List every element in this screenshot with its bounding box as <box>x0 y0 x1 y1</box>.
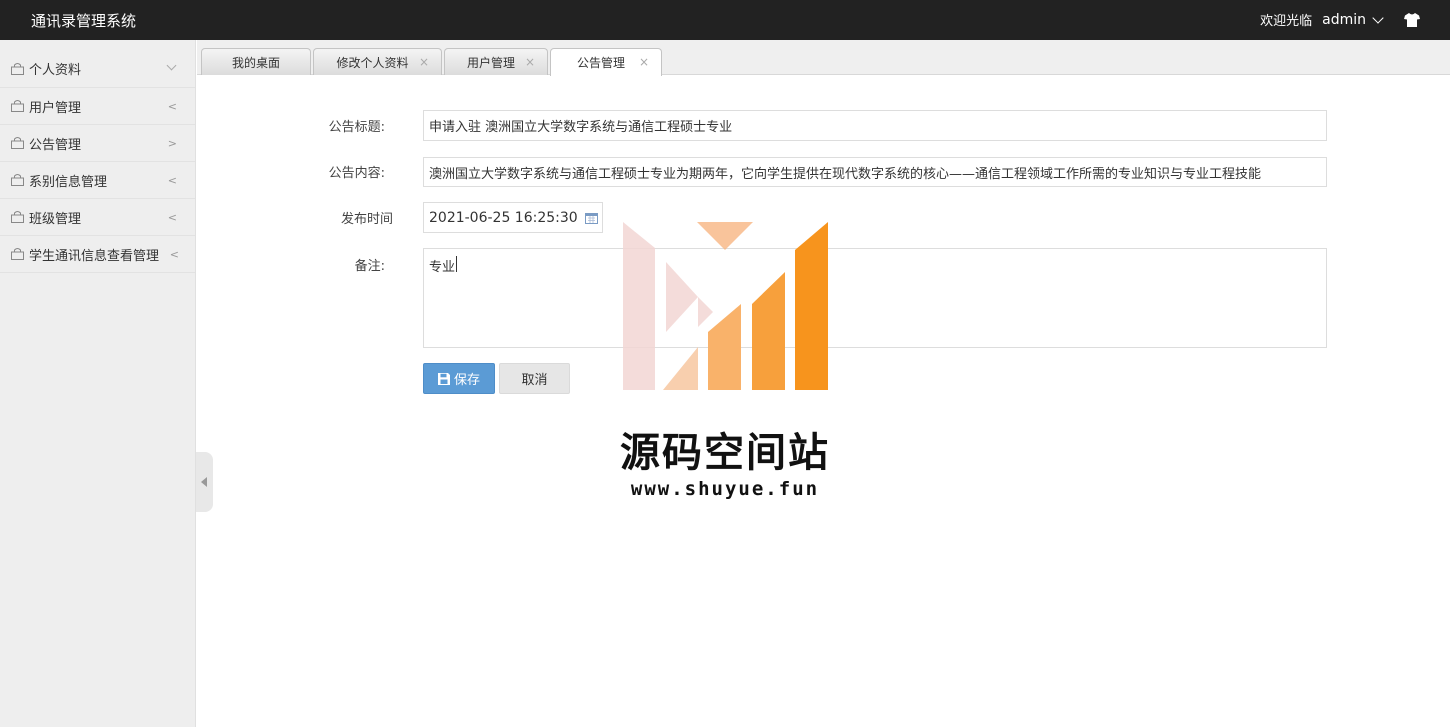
note-value: 专业 <box>429 260 456 275</box>
save-button-label: 保存 <box>453 373 480 388</box>
floppy-disk-icon <box>437 372 450 385</box>
close-icon[interactable]: × <box>639 55 649 69</box>
tab-edit-profile[interactable]: 修改个人资料 × <box>313 48 442 75</box>
note-textarea[interactable]: 专业 <box>423 248 1327 348</box>
save-button[interactable]: 保存 <box>423 363 495 394</box>
title-label: 公告标题: <box>328 120 385 135</box>
chevron-right-icon: > <box>167 136 177 150</box>
publish-time-value: 2021-06-25 16:25:30 <box>429 209 578 226</box>
bag-icon <box>11 248 24 260</box>
title-input[interactable]: 申请入驻 澳洲国立大学数字系统与通信工程硕士专业 <box>423 110 1327 141</box>
chevron-left-icon: < <box>167 210 177 224</box>
welcome-text: 欢迎光临 <box>1260 14 1313 29</box>
text-cursor <box>456 256 458 272</box>
watermark-url: www.shuyue.fun <box>630 478 820 500</box>
chevron-down-icon <box>166 60 177 71</box>
publish-time-label: 发布时间 <box>340 212 393 227</box>
tab-notice-management[interactable]: 公告管理 × <box>550 48 662 76</box>
cancel-button[interactable]: 取消 <box>499 363 570 394</box>
bag-icon <box>11 62 24 75</box>
sidebar-item-label: 用户管理 <box>29 100 82 116</box>
tab-label: 修改个人资料 <box>336 55 409 70</box>
sidebar-item-departments[interactable]: 系别信息管理 < <box>0 162 195 199</box>
shirt-icon[interactable] <box>1404 12 1420 27</box>
sidebar-item-users[interactable]: 用户管理 < <box>0 88 195 125</box>
chevron-left-icon: < <box>167 173 177 187</box>
header-user-area: 欢迎光临 admin <box>1260 10 1420 29</box>
bag-icon <box>11 100 24 112</box>
app-title: 通讯录管理系统 <box>31 12 137 30</box>
tab-desktop[interactable]: 我的桌面 <box>201 48 311 75</box>
sidebar-item-student-contacts[interactable]: 学生通讯信息查看管理 < <box>0 236 195 273</box>
sidebar-item-profile[interactable]: 个人资料 <box>0 40 195 88</box>
bag-icon <box>11 211 24 223</box>
watermark-text: 源码空间站 <box>620 430 830 476</box>
user-menu[interactable]: admin <box>1322 12 1366 28</box>
watermark-logo <box>623 222 828 390</box>
sidebar-item-label: 个人资料 <box>29 63 82 78</box>
sidebar-item-classes[interactable]: 班级管理 < <box>0 199 195 236</box>
close-icon[interactable]: × <box>525 55 535 69</box>
sidebar-item-label: 班级管理 <box>29 211 82 227</box>
tab-label: 我的桌面 <box>231 55 280 70</box>
bag-icon <box>11 174 24 186</box>
bag-icon <box>11 137 24 149</box>
content-input[interactable]: 澳洲国立大学数字系统与通信工程硕士专业为期两年，它向学生提供在现代数字系统的核心… <box>423 157 1327 187</box>
sidebar-item-label: 学生通讯信息查看管理 <box>29 248 160 264</box>
chevron-down-icon[interactable] <box>1372 11 1384 24</box>
close-icon[interactable]: × <box>419 55 429 69</box>
calendar-icon[interactable] <box>585 212 598 224</box>
tab-user-management[interactable]: 用户管理 × <box>444 48 548 75</box>
tab-bar: 我的桌面 修改个人资料 × 用户管理 × 公告管理 × <box>197 40 1450 76</box>
top-header: 通讯录管理系统 欢迎光临 admin <box>0 0 1450 40</box>
note-label: 备注: <box>354 259 385 274</box>
notice-form: 公告标题: 申请入驻 澳洲国立大学数字系统与通信工程硕士专业 公告内容: 澳洲国… <box>197 75 1450 727</box>
sidebar-item-label: 公告管理 <box>29 137 82 153</box>
tab-label: 用户管理 <box>466 55 515 70</box>
publish-time-input[interactable]: 2021-06-25 16:25:30 <box>423 202 603 233</box>
content-label: 公告内容: <box>328 166 385 181</box>
chevron-left-icon: < <box>167 99 177 113</box>
sidebar: 个人资料 用户管理 < 公告管理 > 系别信息管理 < 班级管理 < 学生通讯信… <box>0 40 196 727</box>
sidebar-item-notices[interactable]: 公告管理 > <box>0 125 195 162</box>
tab-label: 公告管理 <box>576 56 625 70</box>
sidebar-item-label: 系别信息管理 <box>29 174 108 190</box>
chevron-left-icon: < <box>169 247 179 261</box>
